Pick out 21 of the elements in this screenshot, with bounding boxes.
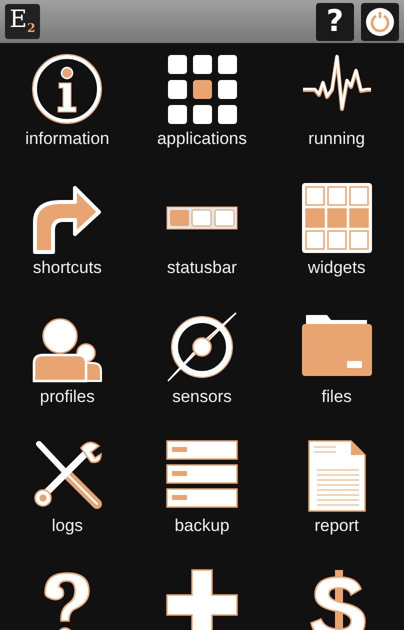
grid-icon [166,53,238,125]
menu-label[interactable]: shortcuts [32,256,102,280]
widget-grid-icon [300,182,373,254]
menu-label[interactable]: widgets [308,256,366,280]
menu-label[interactable]: statusbar [167,256,237,280]
menu-label[interactable]: running [308,127,366,151]
menu-label[interactable]: logs [52,514,83,538]
menu-label[interactable]: sensors [172,385,232,409]
info-icon [31,53,104,125]
menu-label[interactable]: profiles [40,385,95,409]
menu-label[interactable]: applications [157,127,247,151]
power-button[interactable] [361,2,399,40]
plus-icon [166,569,238,630]
power-icon [365,6,395,36]
menu-label[interactable]: backup [174,514,230,538]
menu-label[interactable]: information [25,127,110,151]
compass-icon [166,311,238,383]
menu-label[interactable]: report [314,514,359,538]
help-button[interactable]: ? [316,2,354,40]
status-bar-icon [166,206,238,230]
menu-label[interactable]: files [322,385,352,409]
